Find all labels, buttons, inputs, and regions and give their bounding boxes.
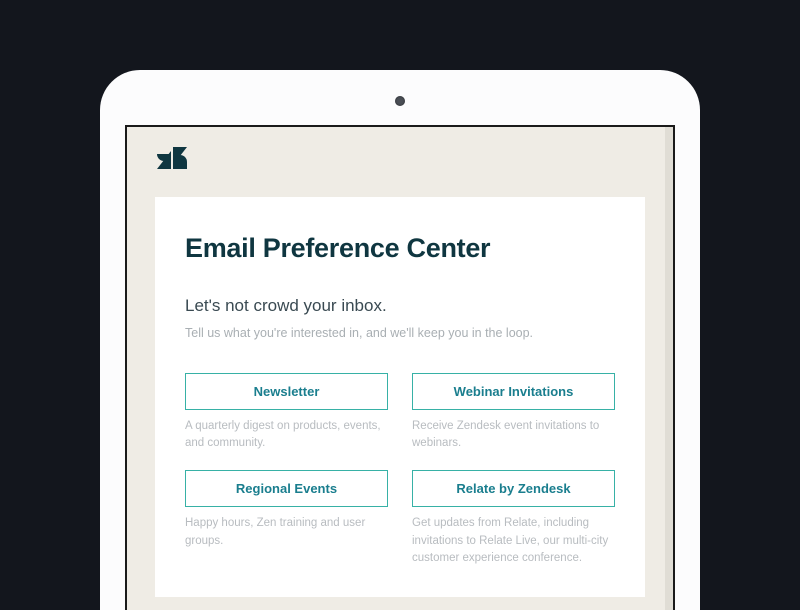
option-regional-events: Regional Events Happy hours, Zen trainin… <box>185 470 388 567</box>
tablet-screen: Email Preference Center Let's not crowd … <box>125 125 675 610</box>
zendesk-logo-icon <box>157 147 673 169</box>
regional-events-button[interactable]: Regional Events <box>185 470 388 507</box>
option-relate-by-zendesk: Relate by Zendesk Get updates from Relat… <box>412 470 615 567</box>
option-newsletter: Newsletter A quarterly digest on product… <box>185 373 388 453</box>
tablet-frame: Email Preference Center Let's not crowd … <box>100 70 700 610</box>
relate-by-zendesk-button[interactable]: Relate by Zendesk <box>412 470 615 507</box>
page-title: Email Preference Center <box>185 233 615 264</box>
option-description: Get updates from Relate, including invit… <box>412 515 615 567</box>
camera-icon <box>395 96 405 106</box>
option-description: A quarterly digest on products, events, … <box>185 418 388 453</box>
scrollbar[interactable] <box>665 127 673 610</box>
options-grid: Newsletter A quarterly digest on product… <box>185 373 615 567</box>
newsletter-button[interactable]: Newsletter <box>185 373 388 410</box>
webinar-invitations-button[interactable]: Webinar Invitations <box>412 373 615 410</box>
option-description: Happy hours, Zen training and user group… <box>185 515 388 550</box>
page-description: Tell us what you're interested in, and w… <box>185 324 615 343</box>
option-webinar-invitations: Webinar Invitations Receive Zendesk even… <box>412 373 615 453</box>
option-description: Receive Zendesk event invitations to web… <box>412 418 615 453</box>
content-card: Email Preference Center Let's not crowd … <box>155 197 645 597</box>
page-subtitle: Let's not crowd your inbox. <box>185 296 615 316</box>
